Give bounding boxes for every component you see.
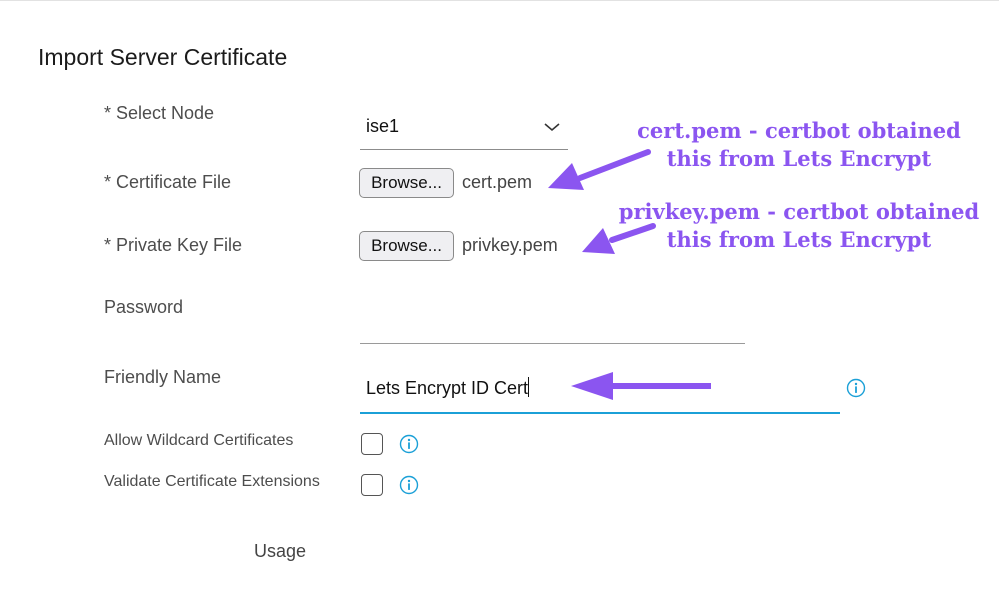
friendly-name-arrow-icon [571, 372, 711, 400]
cert-arrow-icon [548, 149, 651, 190]
privkey-arrow-icon [582, 223, 656, 254]
annotation-arrows [548, 149, 711, 400]
